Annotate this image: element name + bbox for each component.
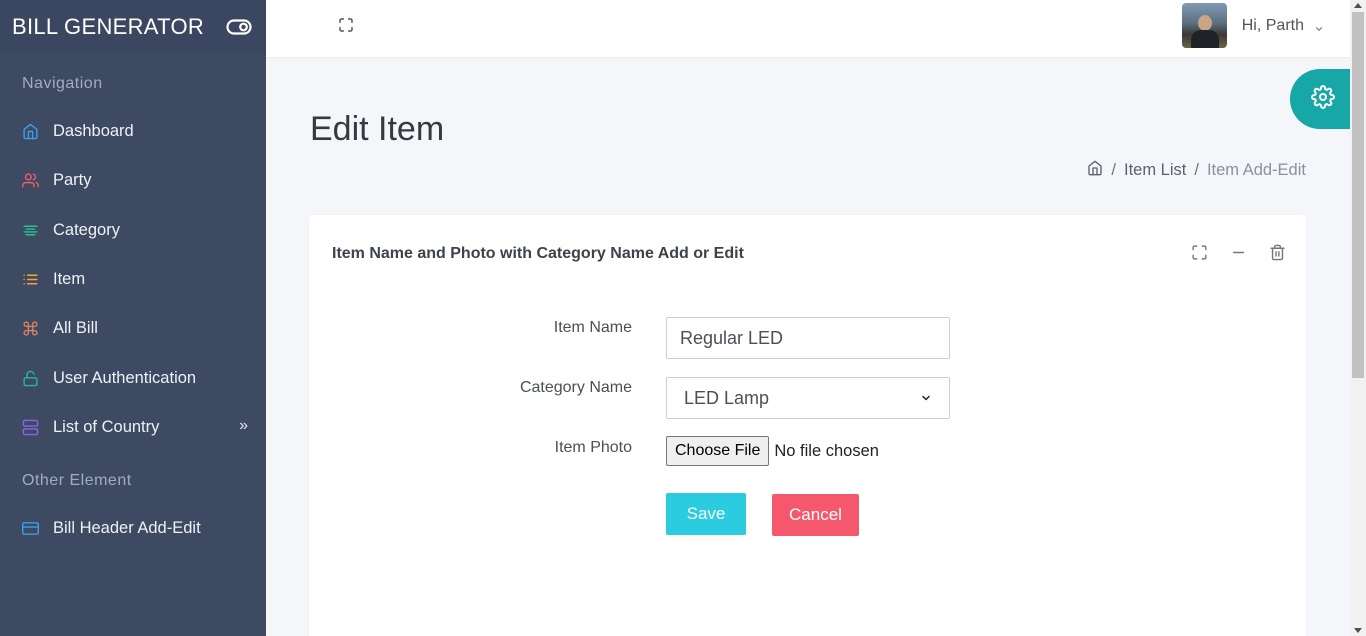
user-greeting: Hi, Parth: [1241, 16, 1304, 34]
sidebar-item-label: Item: [53, 270, 86, 289]
sidebar-item-list-of-country[interactable]: List of Country »: [0, 403, 266, 452]
sidebar-item-label: User Authentication: [53, 368, 197, 387]
nav-heading: Navigation: [22, 75, 103, 92]
item-photo-file-input: Choose File No file chosen: [666, 436, 879, 466]
server-icon: [22, 419, 39, 436]
sidebar-item-label: Bill Header Add-Edit: [53, 519, 201, 538]
chevron-down-icon: [920, 388, 932, 409]
unlock-icon: [22, 370, 39, 387]
home-icon: [22, 123, 39, 140]
sidebar-item-label: Party: [53, 171, 92, 190]
breadcrumb-current: Item Add-Edit: [1206, 161, 1306, 179]
credit-card-icon: [22, 520, 39, 537]
choose-file-button[interactable]: Choose File: [666, 436, 770, 466]
breadcrumb-separator: /: [1194, 161, 1199, 179]
list-icon: [22, 271, 39, 288]
sidebar-item-category[interactable]: Category: [0, 206, 266, 255]
app-title: BILL GENERATOR: [12, 13, 205, 39]
card-title: Item Name and Photo with Category Name A…: [332, 245, 744, 262]
item-name-input[interactable]: Regular LED: [666, 317, 950, 359]
sidebar-item-all-bill[interactable]: All Bill: [0, 304, 266, 353]
file-status-text: No file chosen: [774, 441, 879, 460]
nav-list: Dashboard Party Category Item All Bill U…: [0, 107, 266, 452]
sidebar-item-bill-header[interactable]: Bill Header Add-Edit: [0, 504, 266, 553]
sidebar-item-label: List of Country: [53, 417, 160, 436]
avatar[interactable]: [1181, 3, 1227, 48]
item-name-label: Item Name: [553, 319, 632, 336]
brand-bar: BILL GENERATOR: [0, 0, 266, 53]
command-icon: [22, 320, 39, 337]
sidebar-item-user-authentication[interactable]: User Authentication: [0, 353, 266, 402]
scroll-up-arrow-icon[interactable]: [1354, 3, 1362, 8]
sidebar-item-label: Category: [53, 220, 120, 239]
sidebar-item-label: All Bill: [53, 319, 98, 338]
item-name-value: Regular LED: [680, 327, 784, 348]
category-selected-value: LED Lamp: [684, 387, 770, 408]
sidebar: BILL GENERATOR Navigation Dashboard Part…: [0, 0, 266, 636]
sidebar-item-item[interactable]: Item: [0, 255, 266, 304]
cancel-button[interactable]: Cancel: [772, 494, 859, 536]
users-icon: [22, 172, 39, 189]
breadcrumb-item-list[interactable]: Item List: [1124, 161, 1186, 180]
sidebar-item-party[interactable]: Party: [0, 156, 266, 205]
align-icon: [22, 222, 39, 239]
scrollbar[interactable]: [1350, 0, 1366, 636]
minimize-icon[interactable]: [1230, 244, 1247, 261]
scroll-down-arrow-icon[interactable]: [1354, 628, 1362, 633]
sidebar-item-dashboard[interactable]: Dashboard: [0, 107, 266, 156]
sidebar-item-label: Dashboard: [53, 122, 134, 141]
chevrons-right-icon: »: [239, 416, 248, 434]
nav-list-other: Bill Header Add-Edit: [0, 504, 266, 553]
category-select[interactable]: LED Lamp: [666, 377, 950, 419]
save-button[interactable]: Save: [666, 493, 746, 535]
card-tools: [1191, 244, 1286, 261]
category-name-label: Category Name: [519, 379, 632, 396]
page-title: Edit Item: [310, 110, 445, 148]
user-menu[interactable]: Hi, Parth: [1181, 3, 1324, 48]
scrollbar-thumb[interactable]: [1352, 12, 1364, 378]
breadcrumb-separator: /: [1111, 161, 1116, 179]
settings-button[interactable]: [1290, 69, 1350, 129]
home-icon[interactable]: [1087, 160, 1103, 181]
gear-icon: [1311, 84, 1335, 114]
sidebar-toggle-icon[interactable]: [226, 18, 252, 35]
item-photo-label: Item Photo: [554, 439, 632, 456]
trash-icon[interactable]: [1269, 244, 1286, 261]
item-form-card: Item Name and Photo with Category Name A…: [309, 215, 1306, 636]
topbar: Hi, Parth: [266, 0, 1350, 57]
nav-heading-other: Other Element: [22, 472, 132, 490]
maximize-icon[interactable]: [1191, 244, 1208, 261]
breadcrumb: / Item List / Item Add-Edit: [1087, 160, 1306, 181]
chevron-down-icon: [1314, 21, 1324, 31]
fullscreen-icon[interactable]: [338, 17, 354, 33]
